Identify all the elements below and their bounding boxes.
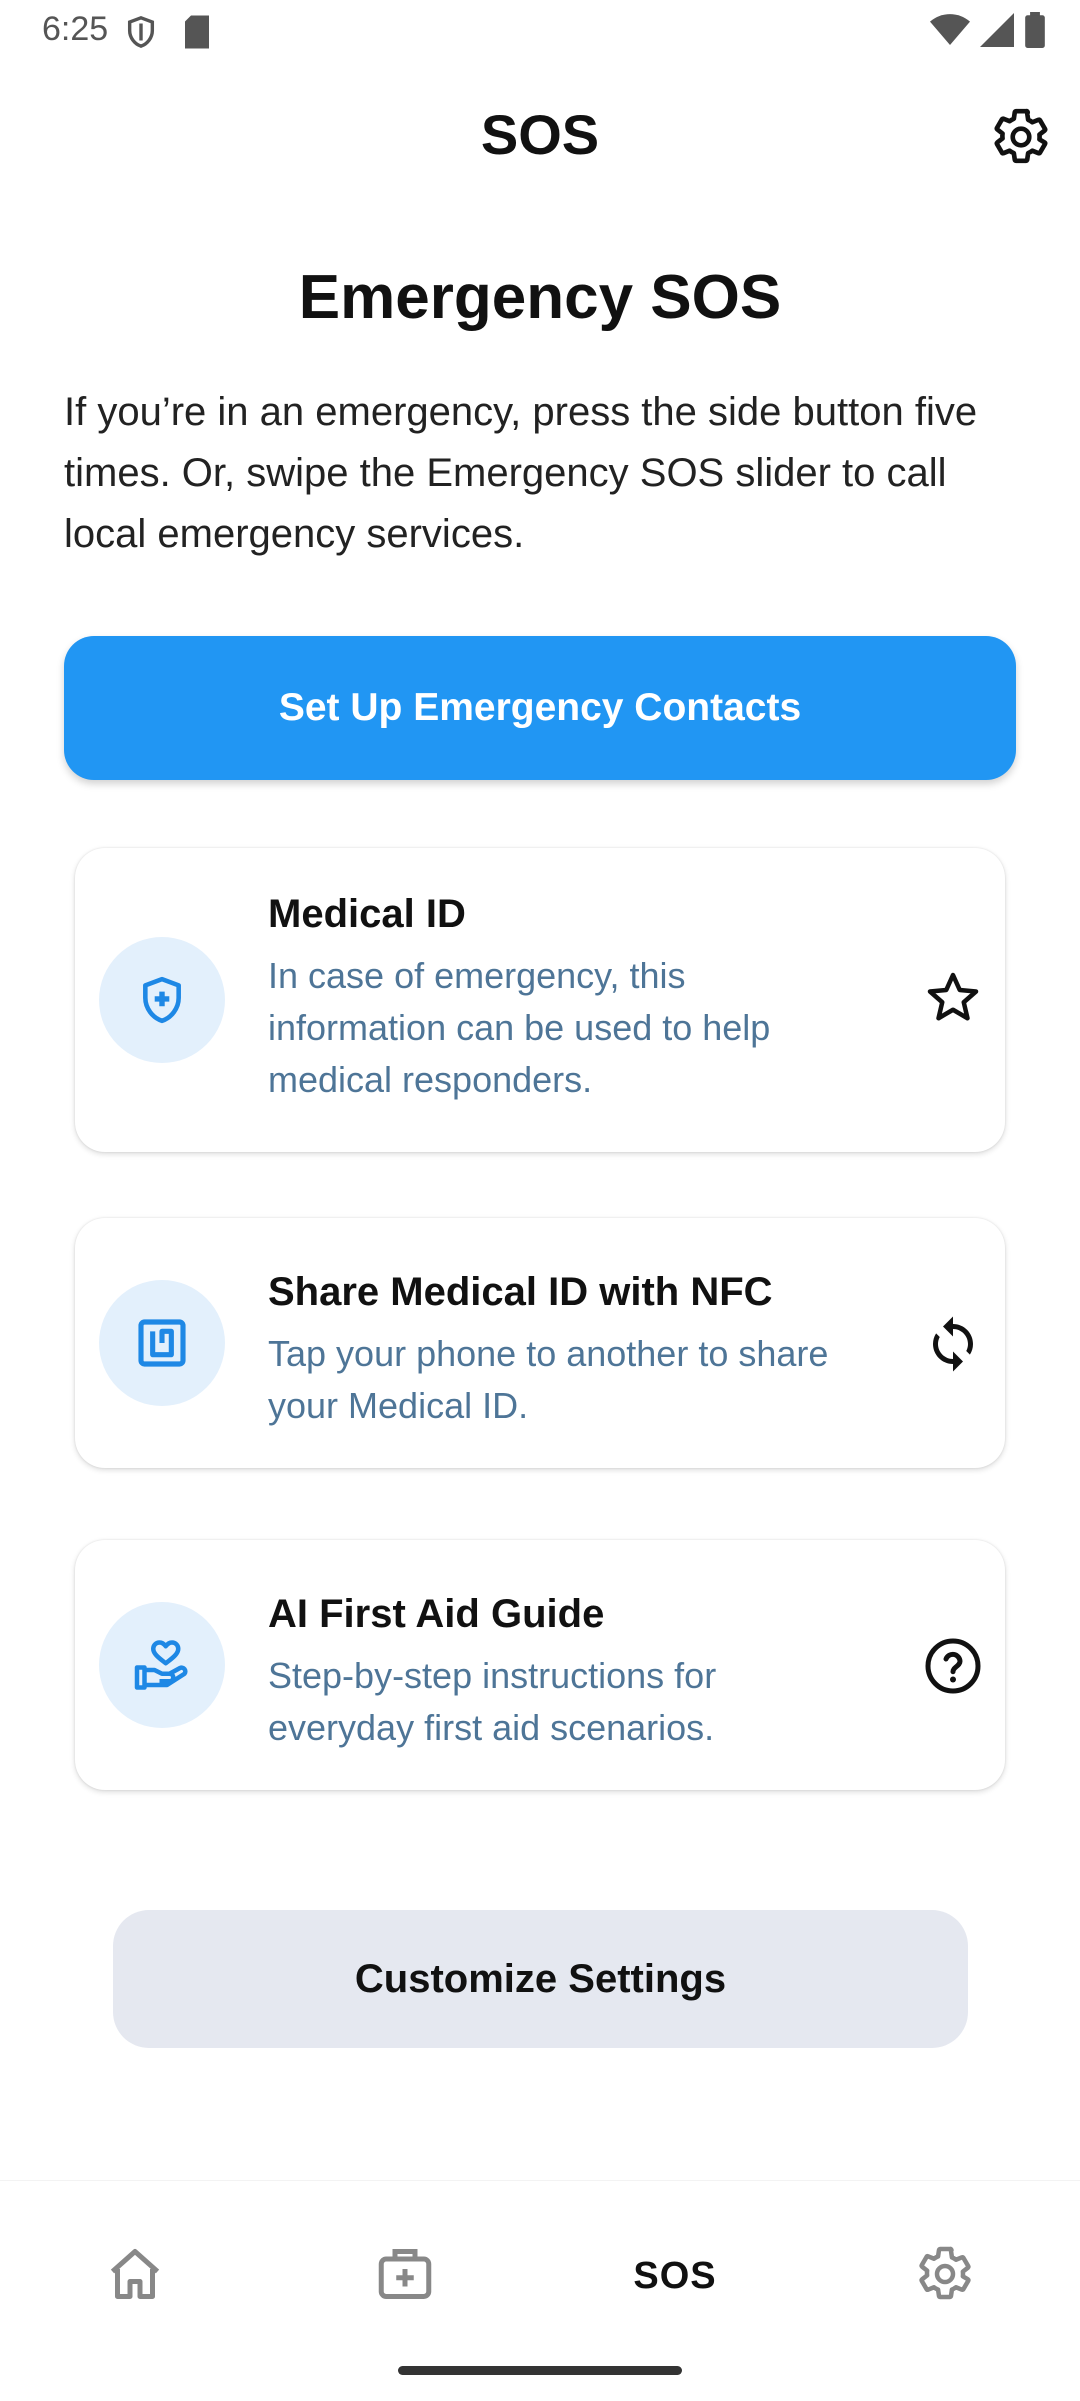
- card-title: AI First Aid Guide: [268, 1592, 605, 1636]
- hand-heart-icon: [99, 1602, 225, 1728]
- app-bar: SOS: [0, 90, 1080, 180]
- ai-first-aid-card[interactable]: AI First Aid Guide Step-by-step instruct…: [75, 1540, 1005, 1790]
- card-description: Step-by-step instructions for everyday f…: [268, 1655, 717, 1748]
- app-title: SOS: [480, 103, 600, 166]
- sync-icon[interactable]: [923, 1314, 983, 1374]
- star-icon[interactable]: [923, 968, 983, 1028]
- gear-icon[interactable]: [990, 106, 1052, 168]
- gear-icon: [915, 2244, 975, 2309]
- nav-sos-label: SOS: [633, 2254, 717, 2297]
- help-icon[interactable]: [923, 1636, 983, 1696]
- status-right-icons: [930, 12, 1046, 53]
- card-title: Share Medical ID with NFC: [268, 1270, 773, 1314]
- card-description: In case of emergency, this information c…: [268, 955, 771, 1100]
- card-description: Tap your phone to another to share your …: [268, 1333, 829, 1426]
- setup-emergency-contacts-button[interactable]: Set Up Emergency Contacts: [64, 636, 1016, 780]
- battery-icon: [1024, 12, 1046, 53]
- home-icon: [105, 2244, 165, 2309]
- sd-card-icon: [182, 14, 212, 55]
- status-bar: 6:25: [0, 0, 1080, 64]
- medical-kit-icon: [375, 2244, 435, 2309]
- shield-status-icon: [124, 14, 158, 55]
- nav-settings[interactable]: [890, 2221, 1000, 2331]
- page-title: Emergency SOS: [298, 263, 782, 332]
- home-indicator[interactable]: [398, 2366, 682, 2375]
- nav-home[interactable]: [80, 2221, 190, 2331]
- wifi-icon: [930, 13, 970, 52]
- card-title: Medical ID: [268, 892, 466, 936]
- medical-id-card[interactable]: Medical ID In case of emergency, this in…: [75, 848, 1005, 1152]
- page-description: If you’re in an emergency, press the sid…: [64, 390, 978, 556]
- shield-plus-icon: [99, 937, 225, 1063]
- customize-settings-button[interactable]: Customize Settings: [113, 1910, 968, 2048]
- status-time: 6:25: [42, 10, 109, 48]
- share-nfc-card[interactable]: Share Medical ID with NFC Tap your phone…: [75, 1218, 1005, 1468]
- cell-signal-icon: [980, 13, 1014, 52]
- nfc-icon: [99, 1280, 225, 1406]
- nav-sos[interactable]: SOS: [620, 2221, 730, 2331]
- nav-medical[interactable]: [350, 2221, 460, 2331]
